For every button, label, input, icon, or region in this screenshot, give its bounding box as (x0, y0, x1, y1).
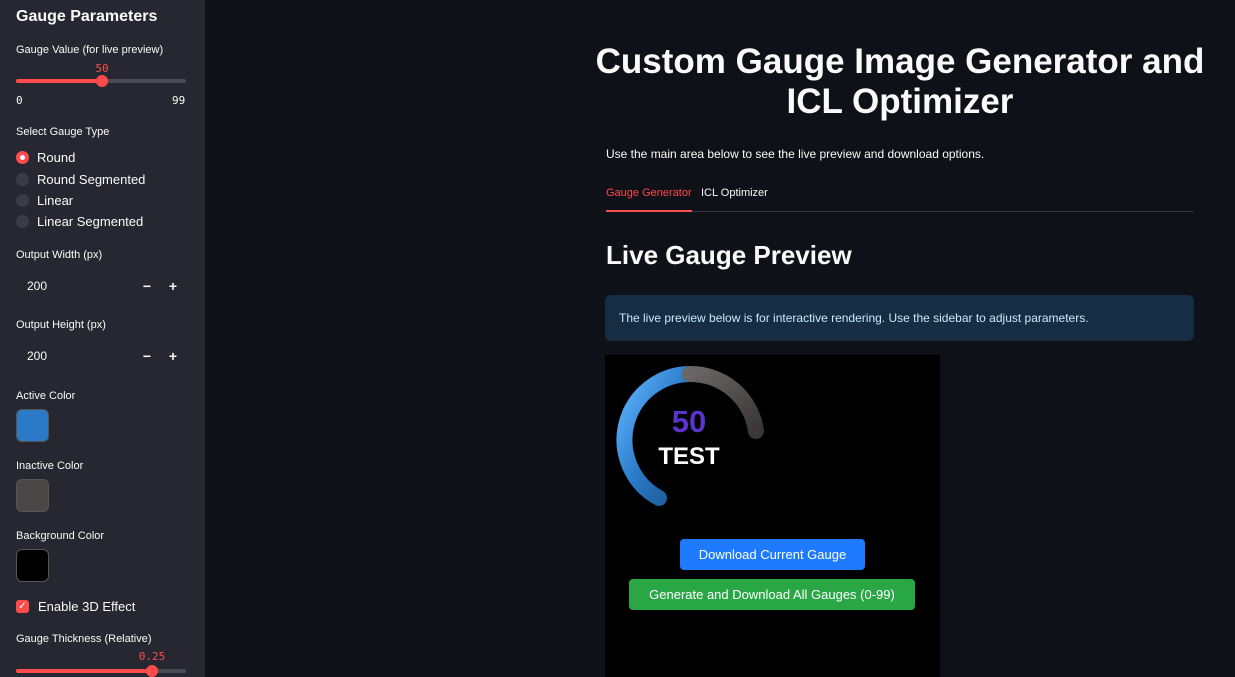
output-width-label: Output Width (px) (16, 249, 103, 261)
thickness-slider[interactable] (16, 665, 186, 677)
radio-round[interactable]: Round (16, 150, 75, 165)
gauge-label-text: TEST (658, 443, 720, 470)
page-title: Custom Gauge Image Generator and ICL Opt… (590, 42, 1210, 122)
sidebar: Gauge Parameters Gauge Value (for live p… (0, 0, 205, 677)
download-current-gauge-button[interactable]: Download Current Gauge (680, 539, 865, 570)
inactive-color-label: Inactive Color (16, 460, 84, 472)
output-height-value[interactable]: 200 (16, 349, 134, 363)
enable-3d-label: Enable 3D Effect (38, 599, 136, 614)
thickness-slider-fill (16, 669, 152, 673)
radio-linear[interactable]: Linear (16, 193, 73, 208)
background-color-picker[interactable] (16, 549, 49, 582)
gauge-value-readout: 50 (95, 62, 109, 75)
radio-round-segmented-indicator[interactable] (16, 173, 29, 186)
radio-round-segmented-label: Round Segmented (37, 172, 146, 187)
active-color-picker[interactable] (16, 409, 49, 442)
output-width-value[interactable]: 200 (16, 279, 134, 293)
gauge-value-slider-thumb[interactable] (95, 75, 108, 87)
radio-round-indicator[interactable] (16, 151, 29, 164)
page-title-line-2: ICL Optimizer (786, 82, 1014, 121)
gauge-preview: 50 TEST Download Current Gauge Generate … (605, 355, 940, 677)
enable-3d-checkbox-box[interactable]: ✓ (16, 600, 29, 613)
page-title-line-1: Custom Gauge Image Generator and (595, 42, 1205, 81)
section-title: Live Gauge Preview (606, 240, 852, 270)
inactive-color-picker[interactable] (16, 479, 49, 512)
gauge-value-text: 50 (672, 404, 706, 439)
gauge-value-max: 99 (172, 94, 186, 107)
radio-linear-segmented[interactable]: Linear Segmented (16, 214, 143, 229)
tab-gauge-generator[interactable]: Gauge Generator (606, 186, 692, 212)
thickness-slider-thumb[interactable] (146, 665, 158, 677)
gauge-type-label: Select Gauge Type (16, 126, 110, 138)
download-all-gauges-button[interactable]: Generate and Download All Gauges (0-99) (629, 579, 915, 610)
output-width-increment-button[interactable]: + (160, 278, 186, 294)
info-alert: The live preview below is for interactiv… (605, 295, 1194, 341)
gauge-value-label: Gauge Value (for live preview) (16, 44, 164, 56)
page-description: Use the main area below to see the live … (606, 147, 985, 161)
enable-3d-checkbox[interactable]: ✓ Enable 3D Effect (16, 599, 135, 614)
radio-linear-segmented-label: Linear Segmented (37, 214, 144, 229)
gauge-value-slider[interactable] (16, 75, 186, 87)
output-width-decrement-button[interactable]: − (134, 278, 160, 294)
output-height-input[interactable]: 200 − + (16, 341, 186, 371)
info-alert-text: The live preview below is for interactiv… (619, 311, 1089, 325)
gauge-graphic: 50 TEST (616, 365, 764, 506)
active-color-label: Active Color (16, 390, 76, 402)
background-color-label: Background Color (16, 530, 105, 542)
radio-linear-segmented-indicator[interactable] (16, 215, 29, 228)
radio-round-segmented[interactable]: Round Segmented (16, 172, 145, 187)
tab-bar: Gauge Generator ICL Optimizer (606, 186, 1194, 212)
tab-icl-optimizer[interactable]: ICL Optimizer (701, 186, 768, 212)
gauge-value-slider-fill (16, 79, 102, 83)
output-height-increment-button[interactable]: + (160, 348, 186, 364)
radio-linear-indicator[interactable] (16, 194, 29, 207)
thickness-label: Gauge Thickness (Relative) (16, 633, 152, 645)
gauge-value-min: 0 (16, 94, 23, 107)
radio-round-label: Round (37, 150, 76, 165)
output-width-input[interactable]: 200 − + (16, 271, 186, 301)
output-height-label: Output Height (px) (16, 319, 106, 331)
thickness-readout: 0.25 (138, 650, 166, 663)
sidebar-title: Gauge Parameters (16, 8, 158, 25)
output-height-decrement-button[interactable]: − (134, 348, 160, 364)
radio-linear-label: Linear (37, 193, 74, 208)
